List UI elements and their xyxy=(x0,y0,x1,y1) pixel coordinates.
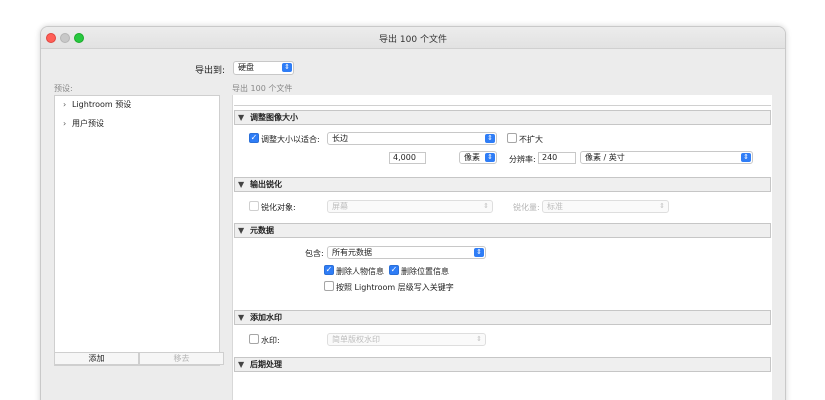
section-header-watermark[interactable]: ▼ 添加水印 xyxy=(234,310,771,325)
remove-person-info-checkbox[interactable]: ✓ xyxy=(324,265,334,275)
section-header-resize[interactable]: ▼ 调整图像大小 xyxy=(234,110,771,125)
long-edge-size-input[interactable]: 4,000 xyxy=(389,152,426,164)
chevron-updown-icon: ⇕ xyxy=(474,248,484,257)
remove-person-info-label: 删除人物信息 xyxy=(336,267,384,276)
window-title: 导出 100 个文件 xyxy=(379,35,447,45)
title-bar: 导出 100 个文件 xyxy=(41,27,785,49)
dont-enlarge-checkbox[interactable] xyxy=(507,133,517,143)
chevron-right-icon: › xyxy=(63,100,67,109)
resize-to-fit-checkbox[interactable]: ✓ xyxy=(249,133,259,143)
dont-enlarge-label: 不扩大 xyxy=(519,135,543,144)
export-to-select[interactable]: 硬盘 ⇕ xyxy=(233,61,294,75)
remove-preset-button[interactable]: 移去 xyxy=(139,352,224,365)
sharpen-amount-select[interactable]: 标准 ⇕ xyxy=(542,200,669,213)
export-summary: 导出 100 个文件 xyxy=(232,84,293,93)
remove-location-info-checkbox[interactable]: ✓ xyxy=(389,265,399,275)
disclosure-down-icon: ▼ xyxy=(238,226,245,235)
chevron-updown-icon: ⇕ xyxy=(483,202,489,210)
chevron-updown-icon: ⇕ xyxy=(659,202,665,210)
resize-to-fit-label: 调整大小以适合: xyxy=(261,135,320,144)
add-preset-button[interactable]: 添加 xyxy=(54,352,139,365)
write-keywords-hierarchy-label: 按照 Lightroom 层级写入关键字 xyxy=(336,283,454,292)
preset-list: › Lightroom 预设 › 用户预设 xyxy=(54,95,220,366)
disclosure-down-icon: ▼ xyxy=(238,180,245,189)
watermark-checkbox[interactable] xyxy=(249,334,259,344)
chevron-right-icon: › xyxy=(63,119,67,128)
metadata-include-select[interactable]: 所有元数据 ⇕ xyxy=(327,246,486,259)
preset-item-lightroom[interactable]: › Lightroom 预设 xyxy=(63,99,131,110)
chevron-updown-icon: ⇕ xyxy=(485,134,495,143)
watermark-select[interactable]: 简单版权水印 ⇕ xyxy=(327,333,486,346)
resolution-unit-select[interactable]: 像素 / 英寸 ⇕ xyxy=(580,151,753,164)
write-keywords-hierarchy-checkbox[interactable] xyxy=(324,281,334,291)
size-unit-select[interactable]: 像素 ⇕ xyxy=(459,151,497,164)
remove-location-info-label: 删除位置信息 xyxy=(401,267,449,276)
disclosure-down-icon: ▼ xyxy=(238,113,245,122)
resolution-input[interactable]: 240 xyxy=(538,152,576,164)
export-to-label: 导出到: xyxy=(195,66,226,76)
section-header-metadata[interactable]: ▼ 元数据 xyxy=(234,223,771,238)
chevron-updown-icon: ⇕ xyxy=(476,335,482,343)
section-header-post-processing[interactable]: ▼ 后期处理 xyxy=(234,357,771,372)
watermark-label: 水印: xyxy=(261,336,280,345)
export-dialog-window: 导出 100 个文件 导出到: 硬盘 ⇕ 预设: 导出 100 个文件 › Lig… xyxy=(40,26,786,400)
chevron-updown-icon: ⇕ xyxy=(282,63,292,72)
sharpen-amount-label: 锐化量: xyxy=(513,203,540,212)
sharpen-for-checkbox[interactable] xyxy=(249,201,259,211)
presets-label: 预设: xyxy=(54,84,73,93)
section-divider xyxy=(234,105,771,106)
disclosure-down-icon: ▼ xyxy=(238,313,245,322)
disclosure-down-icon: ▼ xyxy=(238,360,245,369)
export-to-value: 硬盘 xyxy=(238,63,254,72)
resize-fit-select[interactable]: 长边 ⇕ xyxy=(327,132,497,145)
metadata-include-label: 包含: xyxy=(305,249,324,258)
sharpen-for-select[interactable]: 屏幕 ⇕ xyxy=(327,200,493,213)
preset-item-user[interactable]: › 用户预设 xyxy=(63,118,104,129)
section-header-sharpen[interactable]: ▼ 输出锐化 xyxy=(234,177,771,192)
sharpen-for-label: 锐化对象: xyxy=(261,203,296,212)
resolution-label: 分辨率: xyxy=(509,155,536,164)
chevron-updown-icon: ⇕ xyxy=(741,153,751,162)
chevron-updown-icon: ⇕ xyxy=(485,153,495,162)
